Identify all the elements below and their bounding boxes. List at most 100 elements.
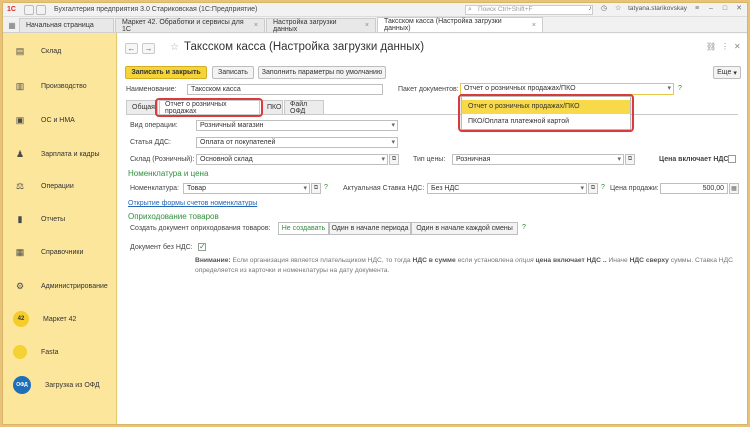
vat-note: Внимание: Если организация является плат… — [195, 257, 733, 274]
sidebar-item-warehouse[interactable]: ▤ Склад — [3, 41, 117, 61]
create-doc-label: Создать документ оприходования товаров: — [130, 225, 271, 232]
fill-defaults-button[interactable]: Заполнить параметры по умолчанию — [258, 66, 386, 79]
vat-rate-label: Актуальная Ставка НДС: — [343, 185, 425, 192]
sidebar-item-fasta[interactable]: Fasta — [3, 342, 117, 362]
sidebar-item-salary[interactable]: ♟ Зарплата и кадры — [3, 144, 117, 164]
warehouse-label: Склад (Розничный): — [130, 156, 195, 163]
history-clock-icon[interactable]: ◷ — [600, 4, 608, 12]
help-icon[interactable]: ? — [522, 224, 526, 231]
book-icon: ▦ — [15, 246, 25, 257]
sidebar-item-production[interactable]: ▥ Производство — [3, 76, 117, 96]
box-icon: ▤ — [15, 45, 25, 56]
section-nomenclature: Номенклатура и цена — [128, 169, 209, 178]
sidebar-item-reports[interactable]: ▮ Отчеты — [3, 209, 117, 229]
close-tab-icon[interactable]: × — [365, 22, 369, 29]
price-field[interactable]: 500,00 — [660, 183, 728, 194]
nomen-accounts-link[interactable]: Открытие формы счетов номенклатуры — [128, 200, 257, 207]
minimize-icon[interactable]: – — [707, 4, 715, 12]
forward-arrow-icon[interactable]: → — [142, 43, 155, 54]
price-incl-vat-checkbox[interactable] — [728, 155, 736, 163]
close-tab-icon[interactable]: × — [532, 22, 536, 29]
doc-no-vat-label: Документ без НДС: — [130, 244, 193, 251]
grid-menu-icon[interactable]: ▦ — [6, 18, 18, 32]
highlight-dropdown — [458, 94, 634, 132]
help-icon[interactable]: ? — [601, 184, 605, 191]
open-warehouse-icon[interactable]: ⧉ — [389, 154, 399, 165]
page-title: Таксском касса (Настройка загрузки данны… — [184, 41, 425, 53]
chart-icon: ▮ — [17, 213, 23, 224]
factory-icon: ▥ — [15, 80, 25, 91]
favorite-star-icon[interactable]: ☆ — [170, 42, 179, 53]
app-window: 1С Бухгалтерия предприятия 3.0 Стариковс… — [2, 2, 748, 425]
assets-icon: ▣ — [15, 114, 25, 125]
1c-logo: 1С — [7, 6, 16, 13]
tab-general[interactable]: Общая — [126, 100, 158, 114]
tab-taxcom-settings[interactable]: Таксском касса (Настройка загрузки данны… — [377, 17, 543, 32]
open-vat-icon[interactable]: ⧉ — [588, 183, 598, 194]
operations-icon: ⚖ — [15, 180, 25, 191]
price-incl-vat-label: Цена включает НДС: — [659, 156, 731, 163]
bell-icon[interactable]: ♪ — [586, 4, 594, 12]
close-tab-icon[interactable]: × — [254, 22, 258, 29]
open-price-type-icon[interactable]: ⧉ — [625, 154, 635, 165]
close-form-icon[interactable]: ✕ — [734, 42, 741, 51]
doc-no-vat-checkbox[interactable]: ✓ — [198, 243, 206, 251]
vat-rate-select[interactable]: Без НДС — [427, 183, 587, 194]
op-type-select[interactable]: Розничный магазин — [196, 120, 398, 131]
maximize-icon[interactable]: □ — [721, 4, 729, 12]
title-bar: 1С Бухгалтерия предприятия 3.0 Стариковс… — [3, 3, 747, 17]
link-icon[interactable]: ⛓ — [706, 42, 716, 51]
sidebar-item-admin[interactable]: ⚙ Администрирование — [3, 276, 117, 296]
tab-market42[interactable]: Маркет 42. Обработки и сервисы для 1С × — [115, 18, 265, 33]
people-icon: ♟ — [15, 148, 25, 159]
menu-lines-icon[interactable]: ≡ — [693, 4, 701, 12]
nomen-select[interactable]: Товар — [183, 183, 310, 194]
fasta-icon — [13, 345, 27, 359]
sidebar-item-catalogs[interactable]: ▦ Справочники — [3, 242, 117, 262]
star-icon[interactable]: ☆ — [614, 4, 622, 12]
sidebar: ▤ Склад ▥ Производство ▣ ОС и НМА ♟ Зарп… — [3, 33, 117, 424]
option-no-create[interactable]: Не создавать — [278, 222, 329, 235]
op-type-label: Вид операции: — [130, 122, 178, 129]
more-button[interactable]: Еще ▾ — [713, 66, 741, 79]
sidebar-item-assets[interactable]: ▣ ОС и НМА — [3, 110, 117, 130]
open-nomen-icon[interactable]: ⧉ — [311, 183, 321, 194]
gear-icon: ⚙ — [15, 280, 25, 291]
tab-pko[interactable]: ПКО — [261, 100, 283, 114]
highlight-retail-tab — [155, 98, 263, 117]
search-icon: ⌕ — [468, 6, 472, 13]
sidebar-item-operations[interactable]: ⚖ Операции — [3, 176, 117, 196]
dds-label: Статья ДДС: — [130, 139, 171, 146]
help-icon[interactable]: ? — [678, 85, 682, 92]
more-vertical-icon[interactable]: ⋮ — [721, 42, 729, 51]
option-start-period[interactable]: Один в начале периода — [329, 222, 411, 235]
market42-icon: 42 — [13, 311, 29, 327]
name-label: Наименование: — [126, 86, 177, 93]
main-panel: ← → ☆ Таксском касса (Настройка загрузки… — [118, 34, 747, 424]
back-arrow-icon[interactable]: ← — [125, 43, 138, 54]
tab-settings-load[interactable]: Настройка загрузки данных × — [266, 18, 376, 33]
save-close-button[interactable]: Записать и закрыть — [125, 66, 207, 79]
packet-label: Пакет документов: — [398, 86, 459, 93]
global-search-input[interactable]: ⌕ Поиск Ctrl+Shift+F — [465, 5, 593, 15]
section-posting: Оприходование товаров — [128, 212, 219, 221]
option-start-shift[interactable]: Один в начале каждой смены — [411, 222, 518, 235]
history-icon[interactable] — [36, 4, 46, 15]
calculator-icon[interactable]: ▦ — [729, 183, 739, 194]
name-field[interactable]: Таксском касса — [187, 84, 383, 95]
help-icon[interactable]: ? — [324, 184, 328, 191]
menu-icon[interactable] — [24, 4, 34, 15]
user-name[interactable]: tatyana.starikovskay — [628, 5, 687, 12]
sidebar-item-ofd[interactable]: ОФД Загрузка из ОФД — [3, 375, 117, 395]
save-button[interactable]: Записать — [212, 66, 254, 79]
close-icon[interactable]: ✕ — [735, 4, 743, 12]
warehouse-select[interactable]: Основной склад — [196, 154, 388, 165]
nomen-label: Номенклатура: — [130, 185, 179, 192]
price-label: Цена продажи: — [610, 185, 659, 192]
sidebar-item-market42[interactable]: 42 Маркет 42 — [3, 309, 117, 329]
dds-select[interactable]: Оплата от покупателей — [196, 137, 398, 148]
title-bar-right: ♪ ◷ ☆ tatyana.starikovskay ≡ – □ ✕ — [586, 4, 743, 13]
tab-home[interactable]: Начальная страница — [19, 18, 114, 32]
tab-ofd-file[interactable]: Файл ОФД — [284, 100, 324, 115]
price-type-select[interactable]: Розничная — [452, 154, 624, 165]
